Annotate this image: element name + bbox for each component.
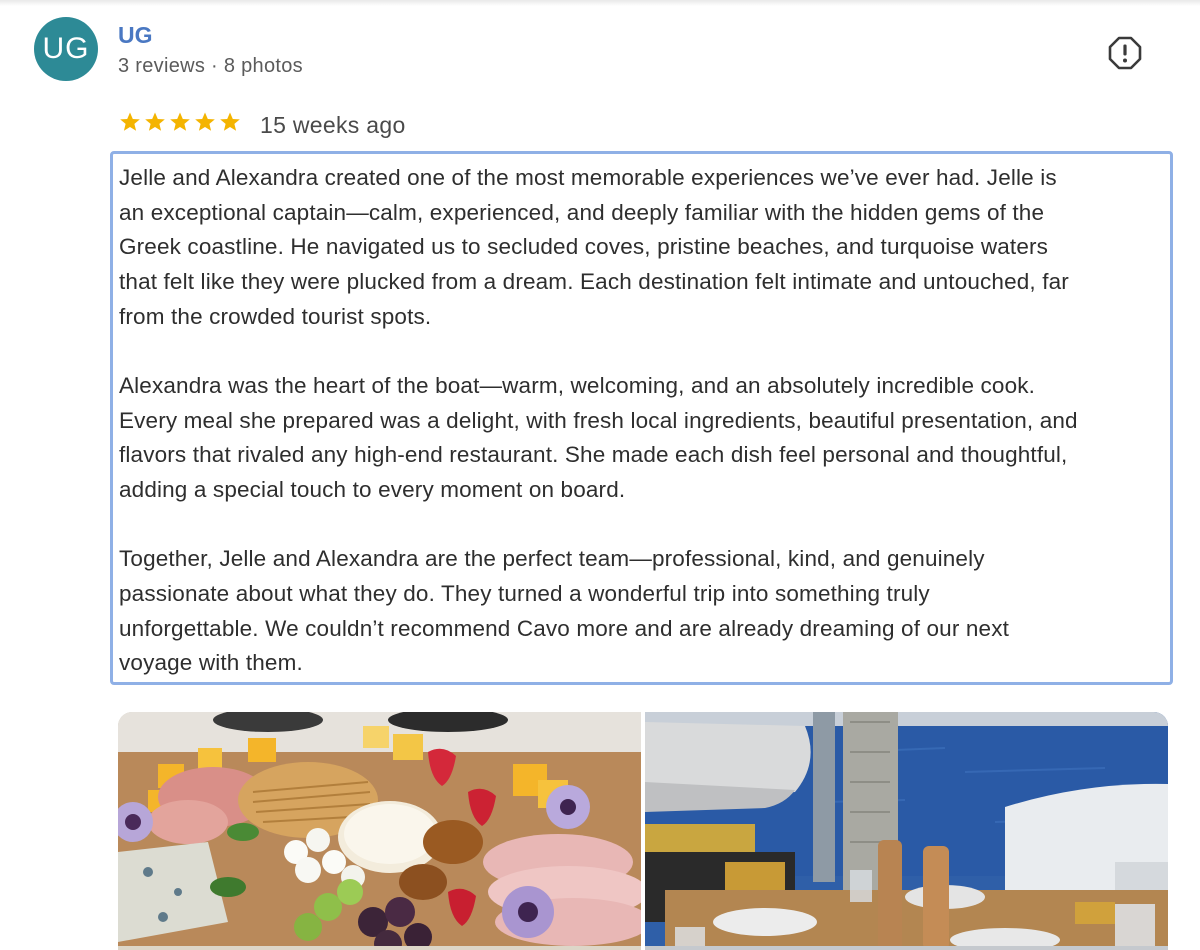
top-divider xyxy=(0,0,1200,6)
reviewer-name[interactable]: UG xyxy=(118,22,153,49)
review-paragraph-2: Alexandra was the heart of the boat—warm… xyxy=(119,373,1078,503)
reviewer-stats: 3 reviews · 8 photos xyxy=(118,55,303,77)
review-date: 15 weeks ago xyxy=(260,112,406,138)
photo-boat-deck[interactable] xyxy=(645,712,1168,950)
star-icon xyxy=(220,112,240,131)
star-icon xyxy=(195,112,215,131)
report-button[interactable] xyxy=(1108,36,1142,70)
avatar[interactable]: UG xyxy=(34,17,98,81)
review-paragraph-3: Together, Jelle and Alexandra are the pe… xyxy=(119,546,1010,676)
photo-charcuterie[interactable] xyxy=(118,712,641,950)
star-icon xyxy=(120,112,140,131)
boat-deck-sea-photo xyxy=(645,712,1168,950)
charcuterie-board-photo xyxy=(118,712,641,950)
star-rating xyxy=(118,110,242,134)
review-card: UG UG 3 reviews · 8 photos 15 weeks ago … xyxy=(0,0,1200,950)
star-icon xyxy=(170,112,190,131)
star-icon xyxy=(145,112,165,131)
review-text[interactable]: Jelle and Alexandra created one of the m… xyxy=(110,151,1173,685)
review-photos xyxy=(118,712,1168,950)
report-icon xyxy=(1108,36,1142,70)
review-paragraph-1: Jelle and Alexandra created one of the m… xyxy=(119,165,1069,329)
